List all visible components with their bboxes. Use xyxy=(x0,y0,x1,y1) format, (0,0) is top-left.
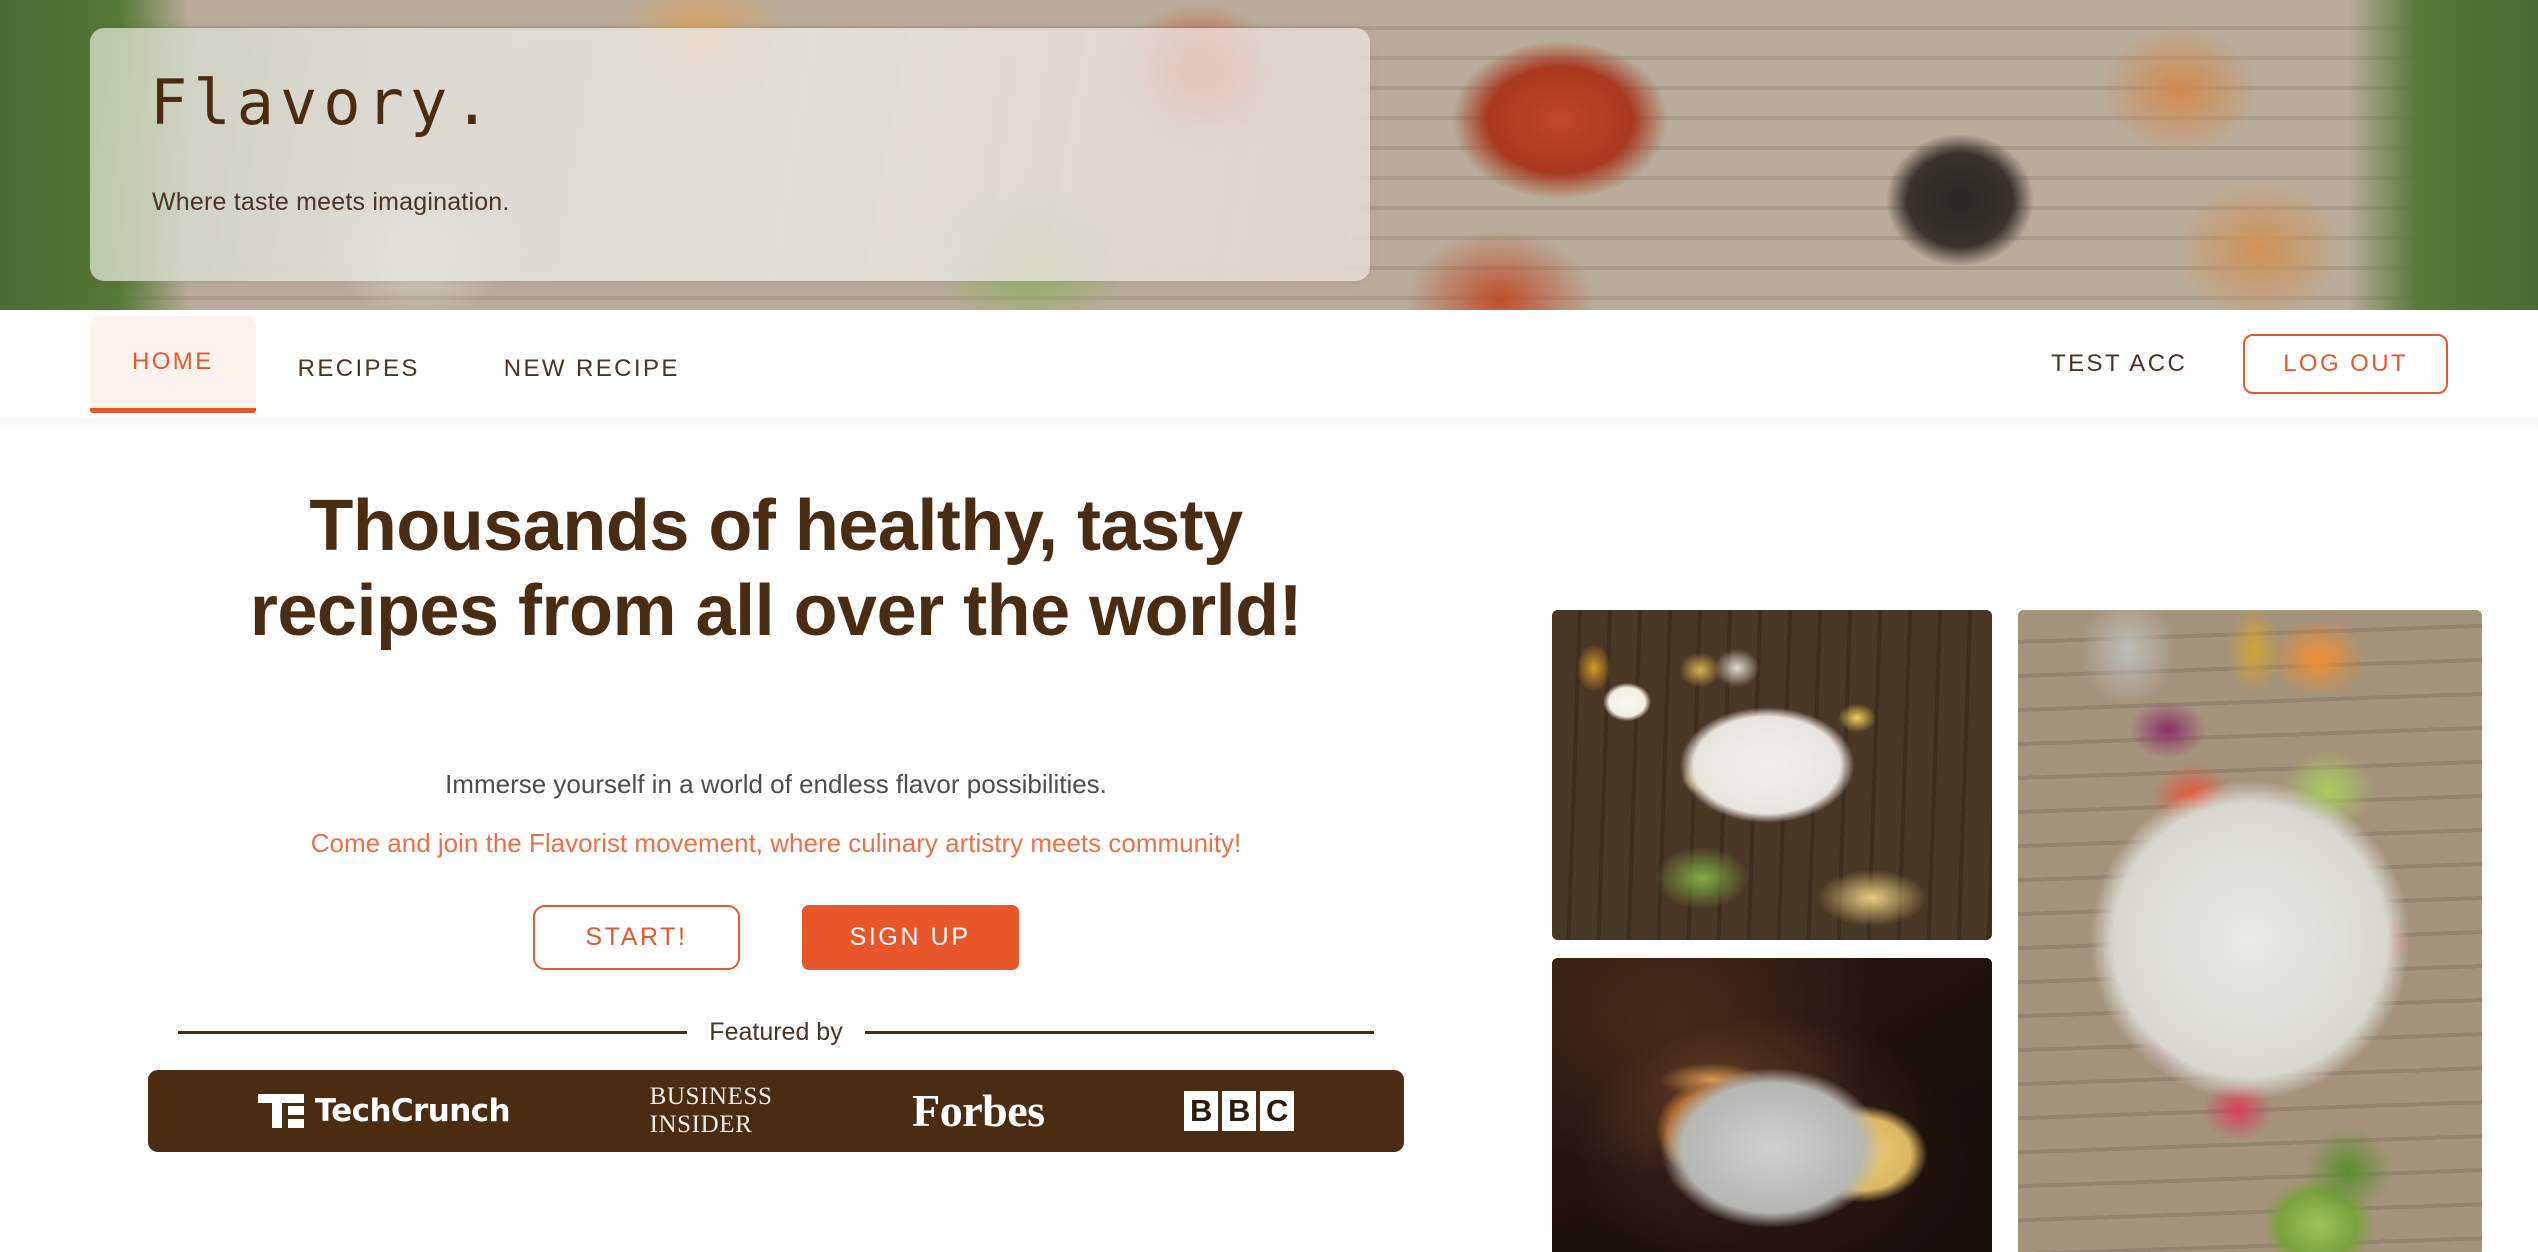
nav-account-area: TEST ACC LOG OUT xyxy=(2051,334,2448,394)
brand-logo: Flavory. xyxy=(150,66,497,139)
burger-dish-photo xyxy=(1552,958,1992,1252)
hero-text-column: Thousands of healthy, tasty recipes from… xyxy=(0,432,1552,1152)
business-insider-line2: INSIDER xyxy=(649,1110,753,1138)
gallery-image-burger xyxy=(1552,958,1992,1252)
main-navigation: HOME RECIPES NEW RECIPE TEST ACC LOG OUT xyxy=(0,310,2538,418)
page-headline: Thousands of healthy, tasty recipes from… xyxy=(249,486,1303,651)
account-name-label[interactable]: TEST ACC xyxy=(2051,350,2187,378)
featured-by-label: Featured by xyxy=(709,1017,843,1046)
business-insider-line1: BUSINESS xyxy=(649,1082,773,1110)
food-image-gallery xyxy=(1552,610,2482,1252)
nav-item-recipes[interactable]: RECIPES xyxy=(256,315,462,423)
techcrunch-mark-icon xyxy=(257,1093,304,1128)
brand-tagline: Where taste meets imagination. xyxy=(152,188,510,216)
salad-bowl-photo xyxy=(2018,610,2482,1252)
nav-item-new-recipe[interactable]: NEW RECIPE xyxy=(462,315,722,423)
logo-bbc: B B C xyxy=(1184,1090,1295,1131)
gallery-image-salad xyxy=(2018,610,2482,1252)
bbc-letter-2: B xyxy=(1222,1090,1257,1131)
bbc-letter-3: C xyxy=(1260,1090,1295,1131)
gallery-image-salmon xyxy=(1552,610,1992,940)
techcrunch-wordmark: TechCrunch xyxy=(314,1092,511,1129)
nav-item-home[interactable]: HOME xyxy=(90,316,256,413)
divider-rule-right xyxy=(864,1030,1375,1034)
press-logos-bar: TechCrunch BUSINESS INSIDER Forbes B B C xyxy=(148,1069,1404,1152)
page-subtitle: Immerse yourself in a world of endless f… xyxy=(445,768,1107,799)
start-button[interactable]: START! xyxy=(533,904,740,970)
main-content: Thousands of healthy, tasty recipes from… xyxy=(0,432,2538,1252)
divider-rule-left xyxy=(178,1030,688,1034)
hero-banner: Flavory. Where taste meets imagination. xyxy=(0,0,2538,310)
logo-business-insider: BUSINESS INSIDER xyxy=(650,1083,773,1139)
logo-techcrunch: TechCrunch xyxy=(257,1092,511,1129)
page-cta-text: Come and join the Flavorist movement, wh… xyxy=(310,827,1242,858)
featured-by-divider: Featured by xyxy=(0,1018,1552,1047)
logo-forbes: Forbes xyxy=(912,1085,1045,1137)
logout-button[interactable]: LOG OUT xyxy=(2243,334,2448,394)
bbc-letter-1: B xyxy=(1184,1090,1219,1131)
salmon-dish-photo xyxy=(1552,610,1992,940)
nav-links: HOME RECIPES NEW RECIPE xyxy=(90,310,722,418)
cta-button-row: START! SIGN UP xyxy=(0,904,1552,970)
signup-button[interactable]: SIGN UP xyxy=(801,904,1019,970)
